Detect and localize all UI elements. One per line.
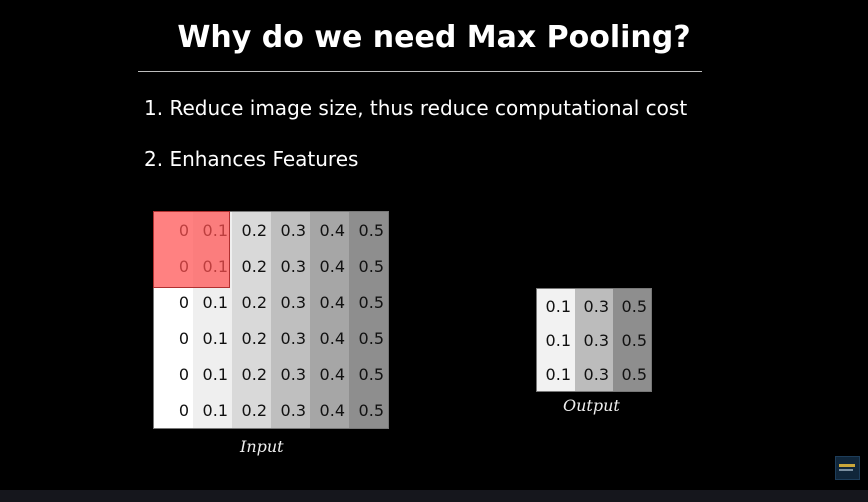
matrix-cell: 0.1 <box>193 356 232 392</box>
point-2: 2. Enhances Features <box>144 147 359 171</box>
matrix-cell: 0.3 <box>271 284 310 320</box>
matrix-cell: 0.1 <box>193 320 232 356</box>
matrix-cell: 0.4 <box>310 248 349 284</box>
matrix-cell: 0.2 <box>232 212 271 248</box>
matrix-cell: 0 <box>154 320 193 356</box>
matrix-cell: 0 <box>154 356 193 392</box>
matrix-cell: 0 <box>154 284 193 320</box>
matrix-cell: 0.4 <box>310 212 349 248</box>
matrix-cell: 0.1 <box>193 392 232 428</box>
matrix-cell: 0.1 <box>537 357 575 391</box>
matrix-cell: 0 <box>154 392 193 428</box>
matrix-cell: 0.5 <box>349 392 388 428</box>
matrix-cell: 0.3 <box>575 357 613 391</box>
channel-logo <box>835 456 860 480</box>
matrix-cell: 0.5 <box>349 248 388 284</box>
matrix-cell: 0.3 <box>271 212 310 248</box>
matrix-cell: 0.1 <box>537 323 575 357</box>
matrix-cell: 0.4 <box>310 356 349 392</box>
matrix-cell: 0.4 <box>310 284 349 320</box>
matrix-cell: 0.1 <box>537 289 575 323</box>
output-label: Output <box>563 396 620 415</box>
matrix-cell: 0.3 <box>271 392 310 428</box>
matrix-cell: 0.3 <box>271 356 310 392</box>
matrix-cell: 0.4 <box>310 392 349 428</box>
matrix-cell: 0.5 <box>349 320 388 356</box>
matrix-cell: 0.3 <box>575 323 613 357</box>
matrix-cell: 0.2 <box>232 392 271 428</box>
matrix-cell: 0.5 <box>349 356 388 392</box>
matrix-cell: 0.5 <box>349 212 388 248</box>
player-bar <box>0 490 868 502</box>
matrix-cell: 0.2 <box>232 248 271 284</box>
slide-title: Why do we need Max Pooling? <box>177 20 691 55</box>
title-divider <box>138 71 702 72</box>
matrix-cell: 0.5 <box>613 357 651 391</box>
matrix-cell: 0.2 <box>232 284 271 320</box>
matrix-cell: 0.5 <box>613 289 651 323</box>
pooling-window-highlight <box>153 211 230 288</box>
matrix-cell: 0.5 <box>349 284 388 320</box>
point-1: 1. Reduce image size, thus reduce comput… <box>144 96 688 120</box>
matrix-cell: 0.2 <box>232 356 271 392</box>
matrix-cell: 0.5 <box>613 323 651 357</box>
matrix-cell: 0.2 <box>232 320 271 356</box>
matrix-cell: 0.3 <box>271 320 310 356</box>
output-matrix: 0.1 0.3 0.5 0.1 0.3 0.5 0.1 0.3 0.5 <box>536 288 652 392</box>
matrix-cell: 0.3 <box>575 289 613 323</box>
matrix-cell: 0.3 <box>271 248 310 284</box>
matrix-cell: 0.4 <box>310 320 349 356</box>
matrix-cell: 0.1 <box>193 284 232 320</box>
input-label: Input <box>240 437 284 456</box>
